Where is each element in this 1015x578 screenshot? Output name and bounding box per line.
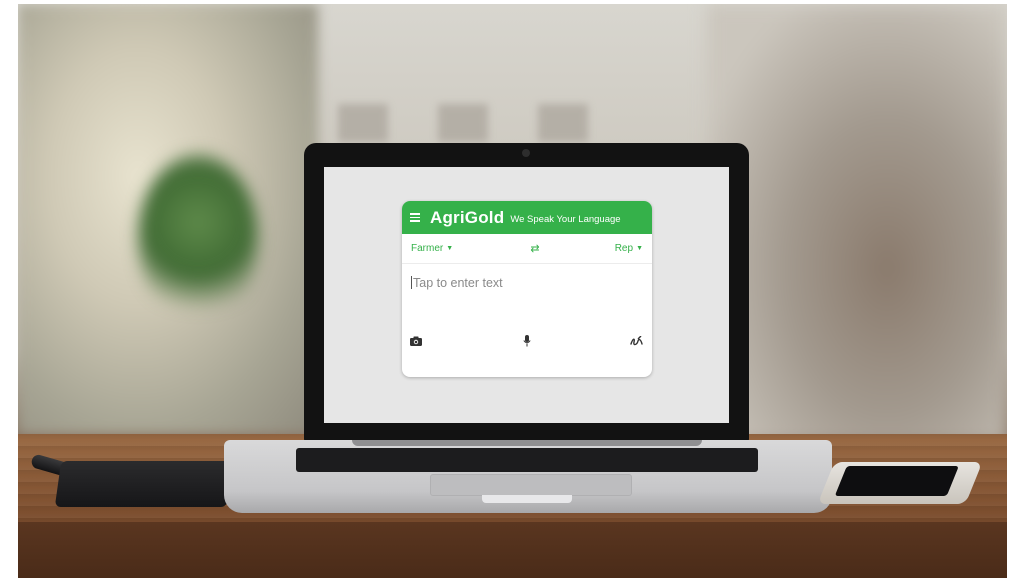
smartphone (817, 462, 983, 504)
blurred-window (538, 104, 588, 142)
blurred-window (438, 104, 488, 142)
laptop-hinge (352, 440, 702, 446)
text-input-area[interactable]: Tap to enter text (402, 264, 652, 377)
app-header: AgriGold We Speak Your Language (402, 201, 652, 234)
translator-app-card: AgriGold We Speak Your Language Farmer ▼… (402, 201, 652, 377)
caret-down-icon: ▼ (446, 245, 454, 252)
blurred-background-right (707, 4, 1007, 444)
blurred-window (338, 104, 388, 142)
text-cursor (411, 276, 412, 289)
laptop-lid: AgriGold We Speak Your Language Farmer ▼… (304, 143, 749, 443)
language-selector-bar: Farmer ▼ ⇄ Rep ▼ (402, 234, 652, 264)
caret-down-icon: ▼ (636, 245, 643, 252)
swap-languages-icon[interactable]: ⇄ (530, 242, 539, 255)
camera-icon[interactable] (409, 334, 423, 348)
input-placeholder: Tap to enter text (411, 276, 503, 290)
source-language-dropdown[interactable]: Farmer ▼ (411, 243, 453, 254)
blurred-plant (138, 154, 258, 324)
trackpad (430, 474, 632, 496)
laptop-screen: AgriGold We Speak Your Language Farmer ▼… (324, 167, 729, 423)
target-language-dropdown[interactable]: Rep ▼ (615, 243, 643, 254)
desk-edge (18, 522, 1007, 578)
lid-opening-notch (482, 495, 572, 503)
handwriting-icon[interactable] (629, 334, 643, 348)
webcam (522, 149, 530, 157)
brand-tagline: We Speak Your Language (510, 213, 621, 225)
brand-logo: AgriGold (430, 207, 505, 227)
input-placeholder-text: Tap to enter text (413, 276, 503, 290)
phone-screen (834, 466, 959, 496)
wallet (54, 461, 234, 507)
keyboard (296, 448, 758, 472)
source-language-label: Farmer (411, 243, 444, 254)
menu-icon[interactable] (410, 211, 420, 224)
microphone-icon[interactable] (520, 334, 534, 348)
target-language-label: Rep (614, 243, 634, 254)
laptop-base (224, 440, 832, 513)
